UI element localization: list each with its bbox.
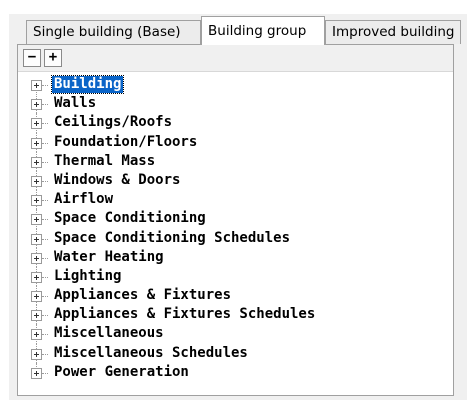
- tree-node-walls[interactable]: Walls: [18, 94, 453, 114]
- tree-branch-line: [42, 85, 48, 86]
- tree-branch-line: [42, 104, 48, 106]
- tree-node-water-heating[interactable]: Water Heating: [18, 247, 453, 267]
- expand-plus-icon[interactable]: [31, 310, 42, 322]
- tree-branch-line: [42, 180, 48, 182]
- tree-node-foundation-floors[interactable]: Foundation/Floors: [18, 132, 453, 152]
- tab-single-building-base[interactable]: Single building (Base): [26, 20, 201, 44]
- tree-node-label[interactable]: Foundation/Floors: [52, 134, 199, 151]
- tree-node-miscellaneous-schedules[interactable]: Miscellaneous Schedules: [18, 343, 453, 363]
- tree-branch-line: [42, 123, 48, 125]
- expand-plus-icon[interactable]: [31, 175, 42, 187]
- tree-node-label[interactable]: Windows & Doors: [52, 172, 182, 189]
- tree-node-windows-doors[interactable]: Windows & Doors: [18, 170, 453, 191]
- expand-plus-icon[interactable]: [31, 252, 42, 264]
- tree-node-label[interactable]: Walls: [52, 95, 98, 112]
- tree-node-label[interactable]: Building: [50, 75, 125, 94]
- expand-plus-icon[interactable]: [31, 80, 42, 91]
- expand-all-button[interactable]: +: [44, 49, 62, 67]
- tree-branch-line: [42, 257, 48, 259]
- tree-node-label[interactable]: Appliances & Fixtures: [52, 287, 233, 304]
- expand-plus-icon[interactable]: [31, 233, 42, 245]
- tree-node-building[interactable]: Building: [18, 75, 453, 104]
- tree-node-label[interactable]: Miscellaneous Schedules: [52, 345, 250, 362]
- tree-node-power-generation[interactable]: Power Generation: [18, 362, 453, 382]
- tab-building-group[interactable]: Building group: [201, 16, 325, 45]
- expand-plus-icon[interactable]: [31, 156, 42, 168]
- expand-plus-icon[interactable]: [31, 99, 42, 111]
- tree-branch-line: [42, 296, 48, 298]
- tree-node-thermal-mass[interactable]: Thermal Mass: [18, 151, 453, 171]
- tree-node-label[interactable]: Miscellaneous: [52, 325, 166, 342]
- expand-plus-icon[interactable]: [31, 118, 42, 130]
- expand-plus-icon[interactable]: [31, 329, 42, 341]
- expand-plus-icon[interactable]: [31, 367, 42, 379]
- expand-plus-icon[interactable]: [31, 137, 42, 149]
- tree-node-label[interactable]: Power Generation: [52, 364, 191, 381]
- tree-node-space-conditioning[interactable]: Space Conditioning: [18, 209, 453, 229]
- tree-panel: − + Building Walls Ceilings/Roofs Founda…: [17, 44, 454, 396]
- tree-node-label[interactable]: Airflow: [52, 191, 115, 208]
- tree-node-appliances-fixtures[interactable]: Appliances & Fixtures: [18, 286, 453, 306]
- tree-node-airflow[interactable]: Airflow: [18, 190, 453, 210]
- tree-branch-line: [42, 219, 48, 221]
- tree-node-label[interactable]: Water Heating: [52, 249, 166, 266]
- tree-node-appliances-fixtures-schedules[interactable]: Appliances & Fixtures Schedules: [18, 305, 453, 325]
- tree-branch-line: [42, 353, 48, 355]
- tree-view: Building Walls Ceilings/Roofs Foundation…: [18, 75, 453, 382]
- expand-plus-icon[interactable]: [31, 214, 42, 226]
- tree-node-label[interactable]: Space Conditioning: [52, 210, 208, 227]
- tree-node-label[interactable]: Space Conditioning Schedules: [52, 230, 292, 247]
- tree-branch-line: [42, 142, 48, 144]
- tree-node-ceilings-roofs[interactable]: Ceilings/Roofs: [18, 113, 453, 133]
- tree-branch-line: [42, 161, 48, 163]
- tree-branch-line: [42, 334, 48, 336]
- tree-node-label[interactable]: Ceilings/Roofs: [52, 114, 174, 131]
- tree-node-space-conditioning-schedules[interactable]: Space Conditioning Schedules: [18, 228, 453, 248]
- tree-branch-line: [42, 315, 48, 317]
- tree-branch-line: [42, 238, 48, 240]
- expand-plus-icon[interactable]: [31, 195, 42, 207]
- collapse-all-button[interactable]: −: [23, 49, 41, 67]
- expand-plus-icon[interactable]: [31, 348, 42, 360]
- tree-branch-line: [42, 372, 48, 374]
- tree-node-label[interactable]: Lighting: [52, 268, 123, 285]
- tree-node-miscellaneous[interactable]: Miscellaneous: [18, 324, 453, 344]
- tree-node-lighting[interactable]: Lighting: [18, 266, 453, 287]
- tree-branch-line: [42, 276, 48, 278]
- tab-improved-building[interactable]: Improved building: [325, 20, 461, 44]
- expand-plus-icon[interactable]: [31, 271, 42, 283]
- tree-toolbar: − +: [18, 45, 453, 72]
- expand-plus-icon[interactable]: [31, 291, 42, 303]
- tree-node-label[interactable]: Appliances & Fixtures Schedules: [52, 306, 317, 323]
- tree-branch-line: [42, 200, 48, 202]
- tab-strip: Single building (Base) Building group Im…: [14, 16, 461, 45]
- tree-node-label[interactable]: Thermal Mass: [52, 153, 157, 170]
